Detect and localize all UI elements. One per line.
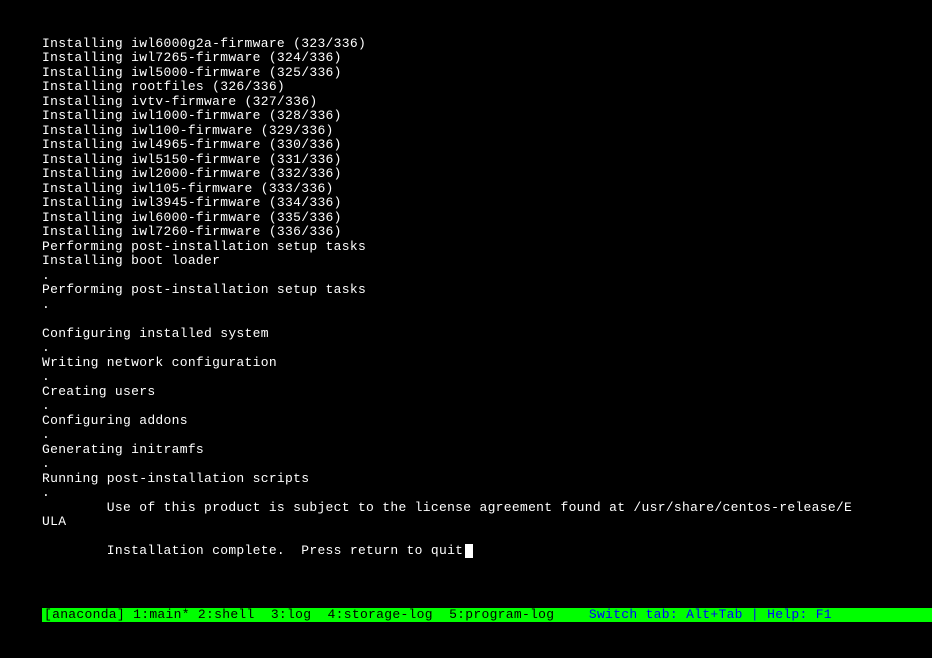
terminal-line: Installing iwl2000-firmware (332/336) <box>42 167 932 182</box>
terminal-line: Writing network configuration <box>42 356 932 371</box>
terminal-line: . <box>42 298 932 313</box>
terminal-line: Installing ivtv-firmware (327/336) <box>42 95 932 110</box>
terminal-line: . <box>42 399 932 414</box>
terminal-line: Installing iwl100-firmware (329/336) <box>42 124 932 139</box>
terminal-line: . <box>42 341 932 356</box>
terminal-line: Installing rootfiles (326/336) <box>42 80 932 95</box>
terminal-line: . <box>42 269 932 284</box>
terminal-line: Installing iwl1000-firmware (328/336) <box>42 109 932 124</box>
terminal-line <box>42 312 932 327</box>
terminal-line: Generating initramfs <box>42 443 932 458</box>
terminal-line: Installing iwl7260-firmware (336/336) <box>42 225 932 240</box>
tmux-status-bar: [anaconda] 1:main* 2:shell 3:log 4:stora… <box>42 608 932 623</box>
terminal-line: Installation complete. Press return to q… <box>42 544 932 559</box>
terminal-line: . <box>42 428 932 443</box>
terminal-output: Installing iwl6000g2a-firmware (323/336)… <box>0 0 932 559</box>
terminal-line: Installing boot loader <box>42 254 932 269</box>
terminal-line: Use of this product is subject to the li… <box>42 501 932 516</box>
terminal-line: Installing iwl4965-firmware (330/336) <box>42 138 932 153</box>
terminal-line: Installing iwl7265-firmware (324/336) <box>42 51 932 66</box>
terminal-line: Running post-installation scripts <box>42 472 932 487</box>
terminal-line: . <box>42 370 932 385</box>
terminal-line: . <box>42 486 932 501</box>
terminal-line: Configuring addons <box>42 414 932 429</box>
status-bar-left: [anaconda] 1:main* 2:shell 3:log 4:stora… <box>44 608 562 623</box>
terminal-line: . <box>42 457 932 472</box>
terminal-line <box>42 530 932 545</box>
status-bar-right: Switch tab: Alt+Tab | Help: F1 <box>589 608 840 623</box>
terminal-line: Configuring installed system <box>42 327 932 342</box>
terminal-line: Creating users <box>42 385 932 400</box>
terminal-line: ULA <box>42 515 932 530</box>
terminal-line: Installing iwl6000-firmware (335/336) <box>42 211 932 226</box>
terminal-line: Installing iwl5000-firmware (325/336) <box>42 66 932 81</box>
terminal-line: Installing iwl5150-firmware (331/336) <box>42 153 932 168</box>
terminal-line: Installing iwl105-firmware (333/336) <box>42 182 932 197</box>
cursor[interactable] <box>465 544 473 558</box>
terminal-line: Installing iwl6000g2a-firmware (323/336) <box>42 37 932 52</box>
terminal-line: Installing iwl3945-firmware (334/336) <box>42 196 932 211</box>
terminal-line: Performing post-installation setup tasks <box>42 283 932 298</box>
terminal-line: Performing post-installation setup tasks <box>42 240 932 255</box>
